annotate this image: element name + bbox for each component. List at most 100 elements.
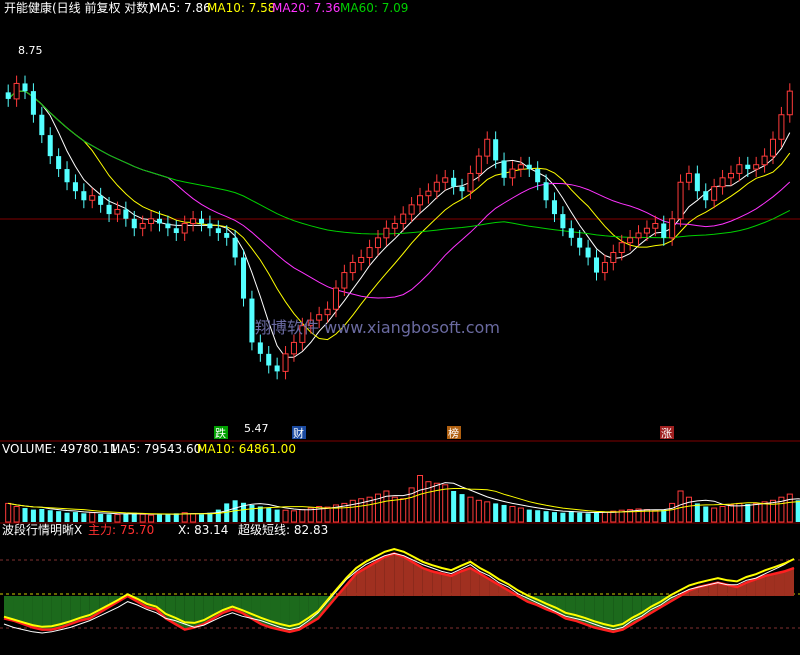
volume-bar (694, 503, 700, 522)
volume-bar (526, 509, 532, 522)
ma20-line (7, 90, 791, 299)
indicator-x-label: X: 83.14 (178, 523, 228, 537)
volume-bar (795, 500, 800, 522)
ma20-label: MA20: 7.36 (272, 1, 340, 15)
volume-bar (433, 482, 440, 523)
candle-body (198, 218, 205, 224)
candle-body (366, 247, 373, 258)
volume-bar (5, 502, 12, 523)
candle-body (148, 218, 155, 224)
candle-body (669, 218, 676, 239)
candle-body (543, 182, 549, 201)
volume-bar (661, 509, 667, 522)
event-finance-text: 财 (293, 426, 304, 440)
candle-body (778, 114, 785, 140)
volume-bar (106, 514, 112, 522)
candle-body (72, 182, 78, 192)
candle-body (123, 209, 129, 219)
volume-panel (5, 475, 800, 523)
candle-body (131, 218, 137, 229)
candle-body (290, 341, 297, 355)
watermark: 翔博软件 www.xiangbosoft.com (255, 318, 500, 337)
candle-body (568, 228, 574, 238)
volume-bar (349, 499, 356, 523)
volume-bar (22, 508, 28, 522)
volume-bar (669, 502, 676, 523)
candle-body (610, 252, 617, 263)
indicator-area (42, 596, 52, 630)
candle-body (685, 172, 692, 183)
event-badges: 跌 财 榜 涨 (214, 426, 674, 440)
volume-bar (215, 509, 221, 522)
volume-bar (98, 513, 104, 522)
volume-bar (568, 511, 574, 522)
candle-body (165, 223, 171, 229)
volume-bar (391, 496, 398, 523)
candle-body (719, 177, 726, 188)
low-price-label: 5.47 (244, 422, 269, 435)
candle-body (711, 186, 718, 201)
candle-body (282, 353, 289, 372)
candle-body (358, 256, 365, 263)
indicator-name: 波段行情明晰X (2, 522, 82, 537)
candle-body (98, 195, 104, 205)
volume-bar (89, 512, 96, 523)
candle-body (745, 164, 751, 170)
candle-body (106, 204, 112, 215)
volume-bar (198, 514, 205, 522)
event-fall-text: 跌 (215, 426, 226, 440)
candle-body (509, 168, 516, 179)
candle-body (601, 261, 608, 274)
volume-label: VOLUME: 49780.11 (2, 442, 117, 456)
candle-body (551, 200, 557, 215)
volume-bar (81, 513, 87, 522)
candle-body (433, 181, 440, 192)
volume-bar (493, 503, 499, 522)
candle-body (484, 138, 491, 157)
candle-body (593, 257, 600, 273)
candle-body (451, 177, 457, 187)
volume-bar (148, 514, 155, 523)
candle-body (232, 237, 238, 258)
volume-bar (282, 509, 289, 523)
candle-body (266, 353, 272, 366)
high-price-label: 8.75 (18, 44, 43, 57)
candle-body (408, 204, 415, 215)
candle-body (64, 169, 70, 183)
volume-bar (475, 499, 482, 523)
candle-body (560, 214, 566, 229)
volume-bar (711, 507, 718, 523)
indicator-area (765, 573, 775, 596)
volume-bar (383, 490, 390, 523)
candle-body (786, 90, 793, 116)
volume-bar (593, 512, 600, 522)
indicator-area (384, 553, 395, 596)
candle-body (459, 186, 465, 192)
volume-bar (156, 514, 162, 522)
volume-bar (442, 484, 449, 523)
candle-body (383, 227, 390, 239)
volume-bar (535, 510, 541, 522)
volume-bar (652, 509, 659, 523)
candle-body (22, 83, 28, 92)
candle-body (39, 114, 45, 136)
volume-bar (257, 506, 263, 522)
volume-bar (274, 509, 280, 522)
candle-body (13, 82, 20, 100)
candle-body (425, 190, 432, 197)
candle-body (661, 223, 667, 238)
candle-body (703, 191, 709, 201)
ma10-label: MA10: 7.58 (207, 1, 275, 15)
volume-bar (123, 513, 129, 522)
candle-body (635, 232, 642, 239)
volume-bar (56, 511, 62, 522)
candle-body (89, 195, 96, 201)
candle-body (139, 222, 146, 229)
candle-body (475, 155, 482, 174)
volume-bar (39, 508, 45, 522)
candle-body (47, 135, 53, 157)
stock-chart: 开能健康(日线 前复权 对数) MA5: 7.86 MA10: 7.58 MA2… (0, 0, 800, 634)
candle-body (241, 257, 247, 299)
volume-bar (249, 504, 255, 522)
volume-bar (13, 506, 20, 523)
